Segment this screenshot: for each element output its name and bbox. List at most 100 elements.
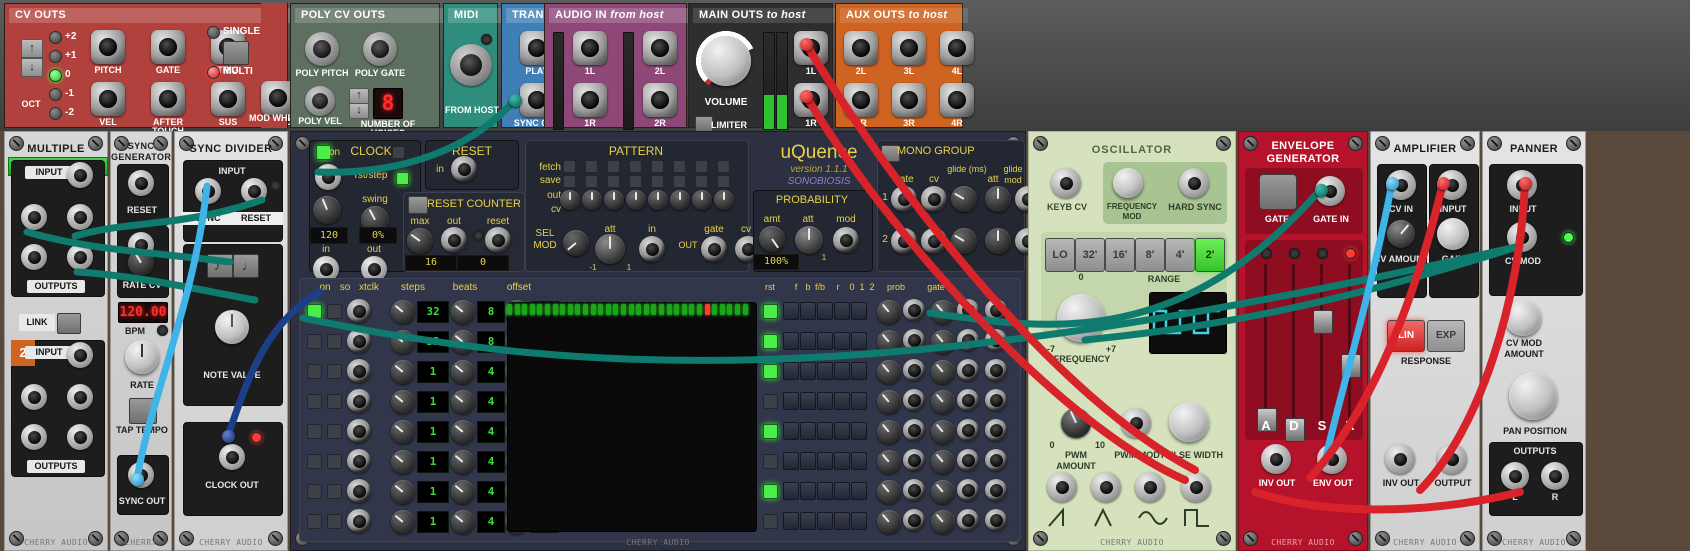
- jack-gate[interactable]: [957, 479, 979, 501]
- direction-button[interactable]: [783, 422, 799, 440]
- direction-button[interactable]: [817, 512, 833, 530]
- probability-knob[interactable]: [877, 450, 901, 474]
- jack-step-xtclk[interactable]: [347, 299, 371, 323]
- pattern-fetch-button[interactable]: [629, 160, 642, 173]
- step-on-toggle[interactable]: [307, 484, 322, 499]
- jack-gate[interactable]: [957, 449, 979, 471]
- pattern-fetch-button[interactable]: [651, 160, 664, 173]
- pattern-fetch-button[interactable]: [585, 160, 598, 173]
- jack-gate-out[interactable]: [985, 329, 1007, 351]
- oct-down-button[interactable]: ↓: [21, 58, 43, 77]
- range-button-LO[interactable]: LO: [1045, 238, 1075, 272]
- direction-button[interactable]: [851, 482, 867, 500]
- step-solo-toggle[interactable]: [327, 304, 342, 319]
- jack-audio-1l[interactable]: [573, 31, 607, 65]
- pattern-save-button[interactable]: [651, 175, 664, 188]
- beats-knob[interactable]: [451, 360, 475, 384]
- direction-button[interactable]: [783, 512, 799, 530]
- jack-gate[interactable]: [957, 419, 979, 441]
- rst-led[interactable]: [763, 454, 778, 469]
- jack-gate[interactable]: [957, 299, 979, 321]
- jack-reset-in[interactable]: [451, 156, 477, 182]
- direction-button[interactable]: [834, 512, 850, 530]
- jack-amp-inv-out[interactable]: [1385, 444, 1415, 474]
- oct-radio-minus2[interactable]: [49, 107, 62, 120]
- probability-knob[interactable]: [877, 480, 901, 504]
- rst-led[interactable]: [763, 364, 778, 379]
- rst-led[interactable]: [763, 424, 778, 439]
- step-on-toggle[interactable]: [307, 364, 322, 379]
- probability-amt-knob[interactable]: [759, 226, 785, 252]
- probability-knob[interactable]: [877, 390, 901, 414]
- jack-probability[interactable]: [903, 389, 925, 411]
- direction-button[interactable]: [800, 422, 816, 440]
- range-button-4ft[interactable]: 4': [1165, 238, 1195, 272]
- jack-audio-2l[interactable]: [643, 31, 677, 65]
- jack-multiple1-out-c[interactable]: [21, 244, 47, 270]
- jack-aux-4r[interactable]: [940, 83, 974, 117]
- mode-radio-single[interactable]: [207, 26, 220, 39]
- reset-counter-max-knob[interactable]: [407, 228, 433, 254]
- steps-knob[interactable]: [391, 360, 415, 384]
- mode-button[interactable]: [223, 41, 249, 65]
- jack-multiple2-out-d[interactable]: [67, 424, 93, 450]
- direction-button[interactable]: [817, 332, 833, 350]
- jack-gate-out[interactable]: [985, 479, 1007, 501]
- jack-pitch[interactable]: [91, 30, 125, 64]
- direction-button[interactable]: [851, 302, 867, 320]
- step-solo-toggle[interactable]: [327, 484, 342, 499]
- steps-knob[interactable]: [391, 420, 415, 444]
- beats-knob[interactable]: [451, 390, 475, 414]
- jack-gate[interactable]: [957, 329, 979, 351]
- pattern-fetch-button[interactable]: [563, 160, 576, 173]
- jack-gate[interactable]: [151, 30, 185, 64]
- jack-panner-cv-mod[interactable]: [1507, 222, 1537, 252]
- steps-knob[interactable]: [391, 480, 415, 504]
- direction-button[interactable]: [800, 392, 816, 410]
- pattern-slot-knob[interactable]: [560, 190, 580, 210]
- rate-cv-knob[interactable]: [128, 250, 154, 276]
- jack-multiple2-out-a[interactable]: [21, 384, 47, 410]
- jack-audio-1r[interactable]: [573, 83, 607, 117]
- jack-probability[interactable]: [903, 419, 925, 441]
- note-mode-straight-button[interactable]: ♩: [233, 254, 259, 278]
- jack-sync-gen-reset[interactable]: [128, 170, 154, 196]
- jack-pattern-in[interactable]: [639, 236, 665, 262]
- direction-button[interactable]: [851, 512, 867, 530]
- amp-cv-amount-knob[interactable]: [1387, 220, 1415, 248]
- gate-button[interactable]: [1259, 174, 1297, 210]
- direction-button[interactable]: [817, 482, 833, 500]
- direction-button[interactable]: [800, 332, 816, 350]
- jack-mono2-cv[interactable]: [921, 228, 947, 254]
- pattern-slot-knob[interactable]: [604, 190, 624, 210]
- probability-knob[interactable]: [877, 360, 901, 384]
- beats-knob[interactable]: [451, 420, 475, 444]
- oct-radio-plus1[interactable]: [49, 50, 62, 63]
- rst-led[interactable]: [763, 514, 778, 529]
- clock-tempo-knob[interactable]: [313, 196, 341, 224]
- jack-sync-divider-reset[interactable]: [241, 178, 267, 204]
- jack-multiple2-out-c[interactable]: [21, 424, 47, 450]
- direction-button[interactable]: [834, 302, 850, 320]
- oct-radio-plus2[interactable]: [49, 31, 62, 44]
- jack-multiple1-out-a[interactable]: [21, 204, 47, 230]
- pattern-save-button[interactable]: [585, 175, 598, 188]
- pattern-sel-mod-knob[interactable]: [563, 230, 589, 256]
- probability-knob[interactable]: [877, 420, 901, 444]
- frequency-knob[interactable]: [1057, 294, 1105, 342]
- panner-cv-mod-amount-knob[interactable]: [1505, 300, 1541, 336]
- jack-sync-divider-sync[interactable]: [195, 178, 221, 204]
- direction-button[interactable]: [783, 452, 799, 470]
- jack-multiple1-out-b[interactable]: [67, 204, 93, 230]
- steps-knob[interactable]: [391, 450, 415, 474]
- jack-sus[interactable]: [211, 82, 245, 116]
- steps-knob[interactable]: [391, 390, 415, 414]
- rst-led[interactable]: [763, 334, 778, 349]
- oct-radio-minus1[interactable]: [49, 88, 62, 101]
- jack-eg-env-out[interactable]: [1317, 444, 1347, 474]
- direction-button[interactable]: [834, 482, 850, 500]
- pattern-fetch-button[interactable]: [673, 160, 686, 173]
- direction-button[interactable]: [834, 422, 850, 440]
- beats-knob[interactable]: [451, 480, 475, 504]
- range-button-16ft[interactable]: 16': [1105, 238, 1135, 272]
